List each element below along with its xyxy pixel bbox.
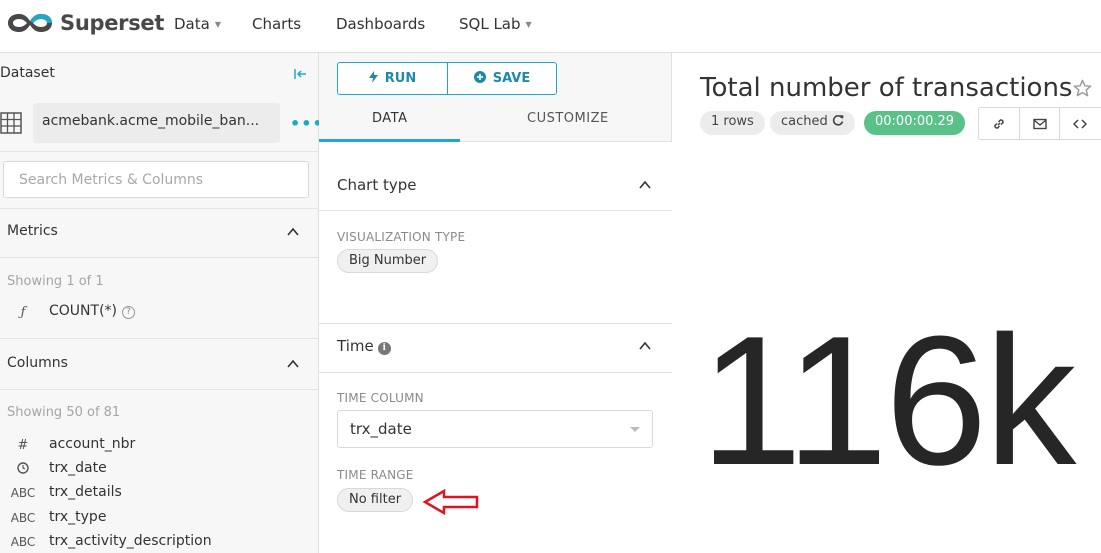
save-label: SAVE	[492, 71, 531, 86]
column-name: trx_type	[49, 509, 107, 525]
divider	[319, 372, 672, 373]
superset-logo-icon	[8, 14, 52, 32]
table-grid-icon	[0, 112, 22, 134]
column-item[interactable]: ABC trx_details	[0, 484, 319, 506]
email-button[interactable]	[1019, 108, 1059, 139]
column-name: trx_details	[49, 484, 122, 500]
row-count-badge: 1 rows	[700, 111, 765, 135]
controls-tabs: DATA CUSTOMIZE	[319, 97, 672, 142]
nav-data-menu[interactable]: Data ▼	[174, 15, 221, 33]
nav-sqllab-menu[interactable]: SQL Lab ▼	[459, 15, 532, 33]
metrics-count: Showing 1 of 1	[7, 274, 104, 289]
run-button[interactable]: RUN	[338, 63, 447, 94]
column-item[interactable]: ABC trx_type	[0, 509, 319, 531]
time-column-label: TIME COLUMN	[337, 391, 424, 405]
string-type-icon: ABC	[10, 511, 36, 525]
search-metrics-columns-input[interactable]	[3, 161, 309, 198]
embed-code-button[interactable]	[1059, 108, 1099, 139]
chevron-up-icon[interactable]	[638, 178, 652, 192]
time-range-pill[interactable]: No filter	[337, 488, 414, 512]
nav-sqllab-label: SQL Lab	[459, 15, 521, 33]
nav-dashboards-label: Dashboards	[336, 15, 426, 33]
dataset-selector: acmebank.acme_mobile_ban... •••	[0, 103, 323, 143]
refresh-icon	[832, 114, 844, 130]
share-link-button[interactable]	[979, 108, 1019, 139]
metric-item[interactable]: ƒ COUNT(*)?	[0, 303, 319, 325]
metric-name: COUNT(*)?	[49, 303, 135, 319]
chevron-up-icon[interactable]	[286, 357, 300, 371]
column-item[interactable]: # account_nbr	[0, 436, 319, 458]
time-column-value: trx_date	[350, 420, 412, 438]
divider	[0, 389, 319, 390]
question-icon[interactable]: ?	[122, 306, 135, 319]
divider	[319, 210, 672, 211]
chart-title[interactable]: Total number of transactions	[700, 73, 1072, 103]
cached-badge[interactable]: cached	[770, 111, 855, 135]
nav-dashboards-link[interactable]: Dashboards	[336, 15, 425, 33]
divider	[0, 338, 319, 339]
divider	[0, 257, 319, 258]
controls-panel: RUN SAVE DATA CUSTOMIZE Chart type VISUA…	[319, 53, 672, 553]
big-number-value: 116k	[700, 297, 1076, 503]
dataset-name[interactable]: acmebank.acme_mobile_ban...	[33, 103, 280, 143]
top-navbar: Superset Data ▼ Charts Dashboards SQL La…	[0, 0, 1101, 53]
divider	[0, 208, 319, 209]
chart-container: Total number of transactions 1 rows cach…	[672, 53, 1101, 553]
time-section-title[interactable]: Time i	[337, 337, 391, 355]
visualization-type-label: VISUALIZATION TYPE	[337, 230, 466, 244]
time-column-select[interactable]: trx_date	[337, 410, 653, 448]
divider	[0, 151, 319, 152]
clock-icon	[0, 462, 46, 477]
numeric-type-icon: #	[17, 438, 29, 453]
run-label: RUN	[384, 71, 417, 86]
column-item[interactable]: trx_date	[0, 460, 319, 482]
caret-down-icon: ▼	[214, 19, 221, 29]
save-button[interactable]: SAVE	[447, 63, 556, 94]
brand[interactable]: Superset	[6, 10, 164, 36]
chart-actions	[978, 107, 1101, 140]
chevron-up-icon[interactable]	[638, 339, 652, 353]
tab-data[interactable]: DATA	[372, 111, 408, 126]
time-range-label: TIME RANGE	[337, 468, 414, 482]
star-icon[interactable]	[1073, 79, 1092, 98]
collapse-panel-icon[interactable]	[292, 66, 308, 82]
string-type-icon: ABC	[10, 535, 36, 549]
nav-charts-label: Charts	[252, 15, 302, 33]
column-name: trx_date	[49, 460, 107, 476]
metrics-section-title[interactable]: Metrics	[7, 223, 58, 239]
divider	[319, 323, 672, 324]
dataset-panel: Dataset acmebank.acme_mobile_ban... ••• …	[0, 53, 323, 553]
brand-name: Superset	[60, 11, 165, 35]
nav-data-label: Data	[174, 15, 210, 33]
caret-down-icon	[630, 427, 640, 432]
chevron-up-icon[interactable]	[286, 225, 300, 239]
visualization-type-pill[interactable]: Big Number	[337, 249, 439, 273]
columns-section-title[interactable]: Columns	[7, 355, 68, 371]
caret-down-icon: ▼	[525, 19, 532, 29]
run-save-button-group: RUN SAVE	[337, 62, 557, 95]
nav-charts-link[interactable]: Charts	[252, 15, 301, 33]
code-icon	[1072, 118, 1087, 129]
envelope-icon	[1032, 118, 1047, 129]
link-icon	[994, 118, 1004, 129]
function-icon: ƒ	[20, 305, 26, 320]
column-name: trx_activity_description	[49, 533, 212, 549]
info-icon[interactable]: i	[377, 342, 391, 355]
column-item[interactable]: ABC trx_activity_description	[0, 533, 319, 553]
bolt-icon	[368, 71, 378, 86]
annotation-arrow-icon	[422, 489, 479, 515]
dataset-panel-title: Dataset	[0, 65, 55, 81]
chart-type-section-title[interactable]: Chart type	[337, 176, 417, 194]
tab-customize[interactable]: CUSTOMIZE	[527, 111, 609, 126]
columns-count: Showing 50 of 81	[7, 405, 121, 420]
column-name: account_nbr	[49, 436, 136, 452]
plus-circle-icon	[473, 71, 486, 86]
string-type-icon: ABC	[10, 486, 36, 500]
query-duration-badge: 00:00:00.29	[864, 111, 966, 135]
